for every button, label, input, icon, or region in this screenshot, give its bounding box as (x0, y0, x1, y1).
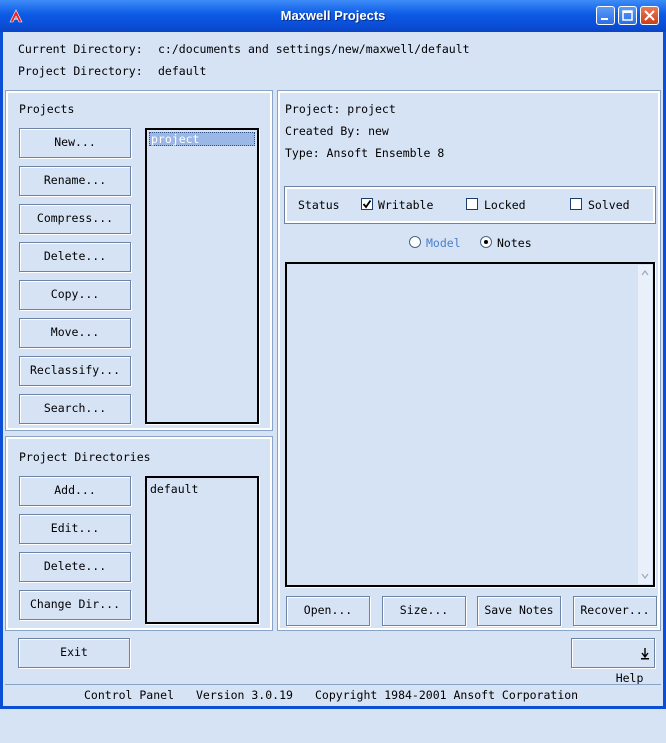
status-box: Status Writable Locked Solved (284, 186, 656, 224)
window-title: Maxwell Projects (280, 8, 386, 23)
search-project-button[interactable]: Search... (19, 394, 131, 424)
list-item[interactable]: project (149, 132, 255, 146)
project-type-text: Type: Ansoft Ensemble 8 (285, 146, 445, 160)
locked-label: Locked (484, 198, 526, 212)
close-button[interactable] (640, 6, 659, 25)
open-notes-button[interactable]: Open... (286, 596, 370, 626)
edit-directory-button[interactable]: Edit... (19, 514, 131, 544)
project-directories-panel: Project Directories Add... Edit... Delet… (5, 436, 273, 631)
status-bar: Control Panel Version 3.0.19 Copyright 1… (5, 684, 661, 704)
notes-radio[interactable] (480, 236, 492, 248)
delete-directory-button[interactable]: Delete... (19, 552, 131, 582)
minimize-button[interactable] (596, 6, 615, 25)
notes-textarea[interactable] (285, 262, 655, 587)
scroll-up-icon[interactable] (638, 267, 652, 279)
writable-checkbox[interactable] (361, 198, 373, 210)
solved-label: Solved (588, 198, 630, 212)
new-project-button[interactable]: New... (19, 128, 131, 158)
solved-checkbox[interactable] (570, 198, 582, 210)
created-by-text: Created By: new (285, 124, 389, 138)
project-details-panel: Project: project Created By: new Type: A… (277, 90, 661, 631)
title-bar[interactable]: Maxwell Projects (0, 0, 666, 32)
size-notes-button[interactable]: Size... (382, 596, 466, 626)
recover-notes-button[interactable]: Recover... (573, 596, 657, 626)
project-name-text: Project: project (285, 102, 396, 116)
project-directory-value: default (158, 64, 207, 78)
current-directory-value: c:/documents and settings/new/maxwell/de… (158, 42, 470, 56)
statusbar-version: Version 3.0.19 (196, 688, 293, 702)
model-radio-label: Model (426, 236, 461, 250)
scroll-down-icon[interactable] (638, 570, 652, 582)
checkmark-icon (362, 199, 372, 209)
maximize-button[interactable] (618, 6, 637, 25)
move-project-button[interactable]: Move... (19, 318, 131, 348)
statusbar-copyright: Copyright 1984-2001 Ansoft Corporation (315, 688, 579, 702)
project-directory-label: Project Directory: (18, 64, 143, 78)
add-directory-button[interactable]: Add... (19, 476, 131, 506)
list-item[interactable]: default (149, 482, 255, 496)
save-notes-button[interactable]: Save Notes (477, 596, 561, 626)
maxwell-projects-window: Maxwell Projects Current Directory: c:/d… (0, 0, 666, 709)
status-label: Status (298, 198, 340, 212)
rename-project-button[interactable]: Rename... (19, 166, 131, 196)
help-button[interactable]: Help (571, 638, 655, 685)
project-directories-title: Project Directories (19, 450, 151, 464)
delete-project-button[interactable]: Delete... (19, 242, 131, 272)
projects-panel: Projects New... Rename... Compress... De… (5, 90, 273, 431)
down-arrow-icon (641, 648, 649, 660)
notes-scrollbar[interactable] (638, 265, 652, 584)
project-directories-list[interactable]: default (145, 476, 259, 624)
exit-button[interactable]: Exit (18, 638, 130, 668)
projects-list[interactable]: project (145, 128, 259, 424)
statusbar-app: Control Panel (84, 688, 175, 702)
maximize-icon (622, 10, 633, 21)
projects-title: Projects (19, 102, 75, 116)
writable-label: Writable (378, 198, 434, 212)
reclassify-project-button[interactable]: Reclassify... (19, 356, 131, 386)
compress-project-button[interactable]: Compress... (19, 204, 131, 234)
help-label: Help (615, 671, 644, 685)
minimize-icon (601, 18, 608, 20)
close-icon (644, 10, 655, 21)
copy-project-button[interactable]: Copy... (19, 280, 131, 310)
model-radio[interactable] (409, 236, 421, 248)
change-directory-button[interactable]: Change Dir... (19, 590, 131, 620)
notes-radio-label: Notes (497, 236, 532, 250)
locked-checkbox[interactable] (466, 198, 478, 210)
current-directory-label: Current Directory: (18, 42, 143, 56)
